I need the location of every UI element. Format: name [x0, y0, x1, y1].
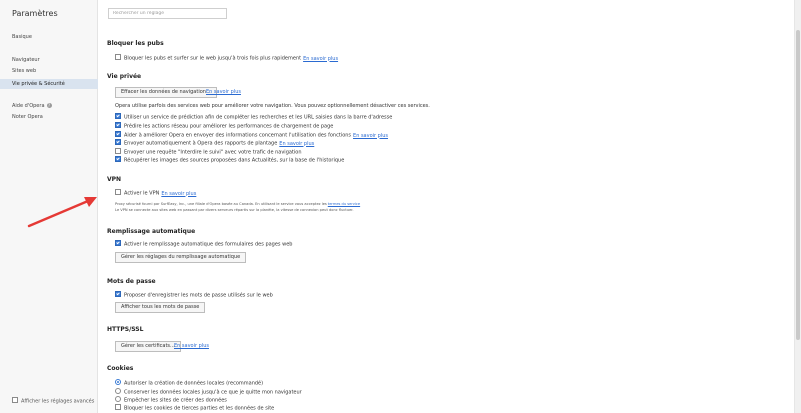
- cookie-checkbox[interactable]: [115, 404, 121, 410]
- sidebar-item-privacy-security[interactable]: Vie privée & Sécurité: [0, 79, 98, 89]
- privacy-option[interactable]: Utiliser un service de prédiction afin d…: [115, 113, 393, 121]
- manage-autofill-button[interactable]: Gérer les réglages du remplissage automa…: [115, 252, 247, 263]
- scrollbar-thumb[interactable]: [796, 30, 800, 340]
- autofill-row[interactable]: Activer le remplissage automatique des f…: [115, 240, 293, 248]
- passwords-label: Proposer d'enregistrer les mots de passe…: [124, 292, 273, 299]
- privacy-option-checkbox[interactable]: [115, 148, 121, 154]
- privacy-option-label: Envoyer une requête "Interdire le suivi"…: [124, 149, 302, 156]
- vpn-label: Activer le VPN: [124, 190, 160, 197]
- privacy-option-checkbox[interactable]: [115, 113, 121, 119]
- privacy-option-learn-more-link[interactable]: En savoir plus: [353, 133, 388, 139]
- sidebar-item-sites-web[interactable]: Sites web: [12, 68, 36, 74]
- privacy-option[interactable]: Envoyer une requête "Interdire le suivi"…: [115, 148, 302, 156]
- privacy-option-label: Aider à améliorer Opera en envoyer des i…: [124, 132, 352, 139]
- sidebar-item-label: Aide d'Opera: [12, 103, 45, 109]
- cookie-radio[interactable]: [115, 379, 121, 385]
- section-title-privacy: Vie privée: [107, 73, 142, 80]
- privacy-option-label: Récupérer les images des sources proposé…: [124, 157, 345, 164]
- sidebar: Paramètres Basique Navigateur Sites web …: [0, 0, 98, 413]
- privacy-option[interactable]: Prédire les actions réseau pour améliore…: [115, 122, 334, 130]
- privacy-option-checkbox[interactable]: [115, 156, 121, 162]
- cookie-option-label: Autoriser la création de données locales…: [124, 380, 264, 387]
- privacy-option-learn-more-link[interactable]: En savoir plus: [279, 141, 314, 147]
- vpn-row[interactable]: Activer le VPN En savoir plus: [115, 189, 196, 197]
- cookie-radio[interactable]: [115, 388, 121, 394]
- privacy-option-checkbox[interactable]: [115, 139, 121, 145]
- privacy-option[interactable]: Aider à améliorer Opera en envoyer des i…: [115, 131, 388, 139]
- vpn-notice-1: Proxy sécurisé fourni par SurfEasy, Inc.…: [115, 202, 360, 206]
- show-advanced-checkbox[interactable]: [12, 397, 18, 403]
- search-input[interactable]: [108, 8, 227, 19]
- https-learn-more-link[interactable]: En savoir plus: [174, 343, 209, 349]
- section-title-cookies: Cookies: [107, 365, 134, 372]
- section-title-passwords: Mots de passe: [107, 278, 156, 285]
- cookie-option-label: Empêcher les sites de créer des données: [124, 397, 227, 404]
- privacy-option[interactable]: Envoyer automatiquement à Opera des rapp…: [115, 139, 314, 147]
- sidebar-item-noter-opera[interactable]: Noter Opera: [12, 114, 43, 120]
- vpn-notice-1-text: Proxy sécurisé fourni par SurfEasy, Inc.…: [115, 202, 327, 206]
- privacy-learn-more-link[interactable]: En savoir plus: [206, 89, 241, 95]
- ads-label: Bloquer les pubs et surfer sur le web ju…: [124, 55, 302, 62]
- sidebar-item-aide-opera[interactable]: Aide d'Opera?: [12, 103, 52, 109]
- cookie-option[interactable]: Bloquer les cookies de tierces parties e…: [115, 404, 275, 412]
- section-title-https: HTTPS/SSL: [107, 326, 144, 333]
- privacy-option-label: Prédire les actions réseau pour améliore…: [124, 123, 334, 130]
- vpn-notice-2: Le VPN se connecte aux sites web en pass…: [115, 208, 354, 212]
- cookie-option[interactable]: Autoriser la création de données locales…: [115, 379, 264, 387]
- scrollbar[interactable]: [794, 0, 801, 413]
- manage-certificates-button[interactable]: Gérer les certificats...: [115, 341, 181, 352]
- passwords-checkbox[interactable]: [115, 291, 121, 297]
- sidebar-title: Paramètres: [12, 9, 58, 18]
- privacy-option-label: Envoyer automatiquement à Opera des rapp…: [124, 140, 278, 147]
- cookie-radio[interactable]: [115, 396, 121, 402]
- sidebar-item-basique[interactable]: Basique: [12, 34, 32, 40]
- show-advanced-label: Afficher les réglages avancés: [21, 398, 95, 405]
- vpn-checkbox[interactable]: [115, 189, 121, 195]
- autofill-checkbox[interactable]: [115, 240, 121, 246]
- https-learn-more-wrap: En savoir plus: [174, 343, 209, 349]
- show-passwords-button[interactable]: Afficher tous les mots de passe: [115, 302, 206, 313]
- privacy-option[interactable]: Récupérer les images des sources proposé…: [115, 156, 345, 164]
- show-advanced-settings[interactable]: Afficher les réglages avancés: [12, 397, 95, 405]
- section-title-autofill: Remplissage automatique: [107, 228, 196, 235]
- sidebar-item-navigateur[interactable]: Navigateur: [12, 57, 40, 63]
- vpn-terms-link[interactable]: termes du service: [328, 202, 360, 206]
- section-title-ads: Bloquer les pubs: [107, 40, 164, 47]
- vpn-learn-more-link[interactable]: En savoir plus: [161, 191, 196, 197]
- help-icon: ?: [46, 103, 52, 108]
- section-title-vpn: VPN: [107, 176, 122, 183]
- cookie-option-label: Conserver les données locales jusqu'à ce…: [124, 389, 302, 396]
- ads-learn-more-link[interactable]: En savoir plus: [303, 56, 338, 62]
- autofill-label: Activer le remplissage automatique des f…: [124, 241, 293, 248]
- cookie-option[interactable]: Conserver les données locales jusqu'à ce…: [115, 388, 302, 396]
- privacy-option-label: Utiliser un service de prédiction afin d…: [124, 114, 393, 121]
- privacy-option-checkbox[interactable]: [115, 131, 121, 137]
- ads-checkbox[interactable]: [115, 54, 121, 60]
- clear-browsing-data-button[interactable]: Effacer les données de navigation...: [115, 87, 217, 98]
- cookie-option-label: Bloquer les cookies de tierces parties e…: [124, 405, 275, 412]
- cookie-option[interactable]: Empêcher les sites de créer des données: [115, 396, 227, 404]
- privacy-option-checkbox[interactable]: [115, 122, 121, 128]
- passwords-row[interactable]: Proposer d'enregistrer les mots de passe…: [115, 291, 273, 299]
- privacy-learn-more-link-wrap: En savoir plus: [206, 89, 241, 95]
- privacy-intro: Opera utilise parfois des services web p…: [115, 103, 430, 109]
- ads-row[interactable]: Bloquer les pubs et surfer sur le web ju…: [115, 54, 338, 62]
